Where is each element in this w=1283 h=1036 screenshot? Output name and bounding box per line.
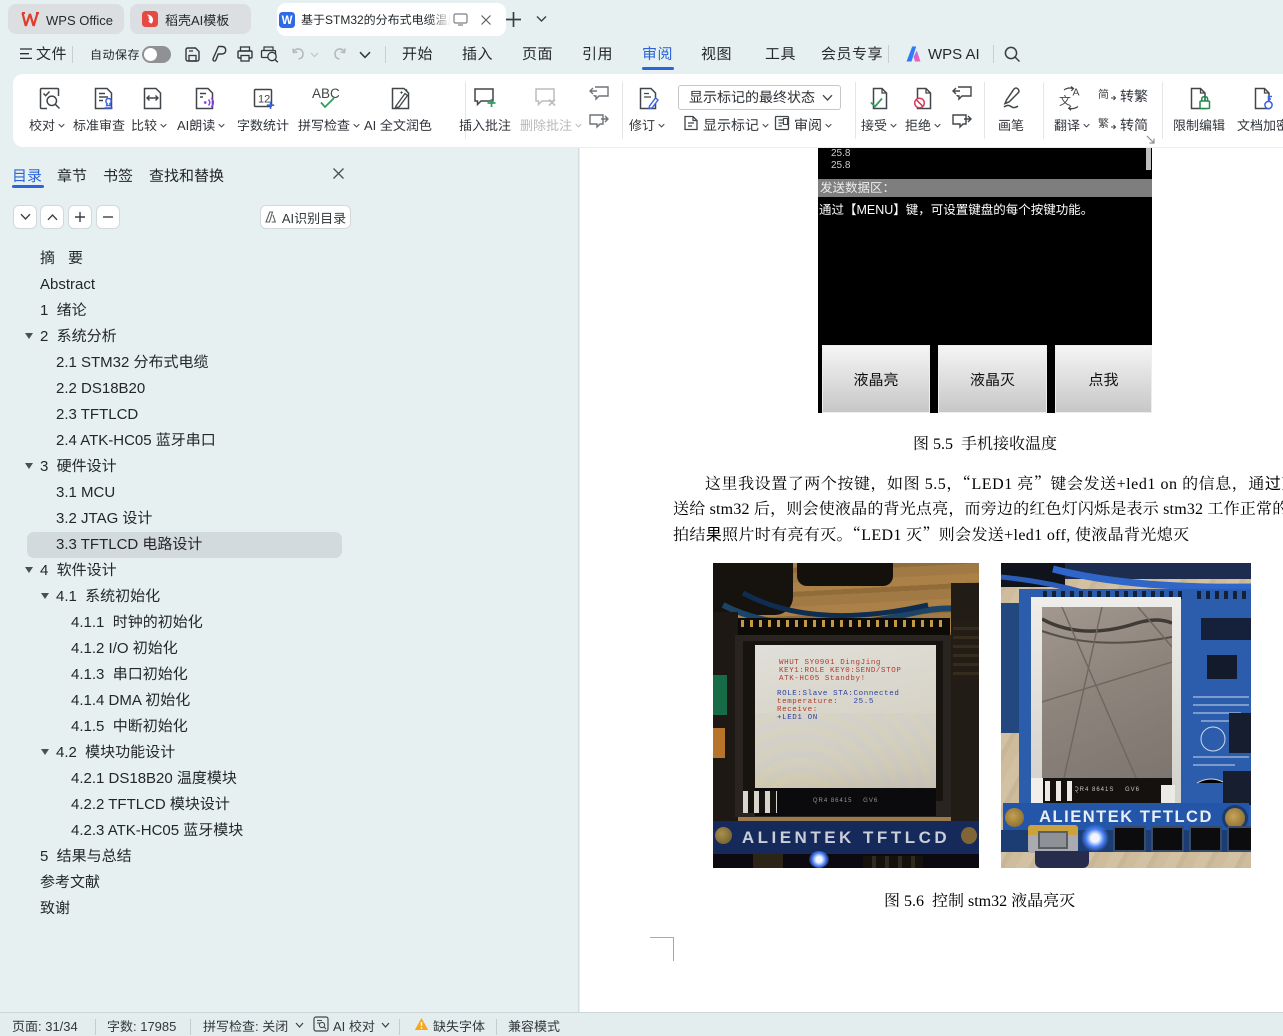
svg-text:简: 简	[1098, 86, 1109, 101]
svg-text:ABC: ABC	[312, 86, 340, 101]
svg-text:繁: 繁	[1098, 115, 1109, 130]
svg-text:文: 文	[1059, 92, 1071, 109]
svg-text:12: 12	[258, 94, 270, 106]
